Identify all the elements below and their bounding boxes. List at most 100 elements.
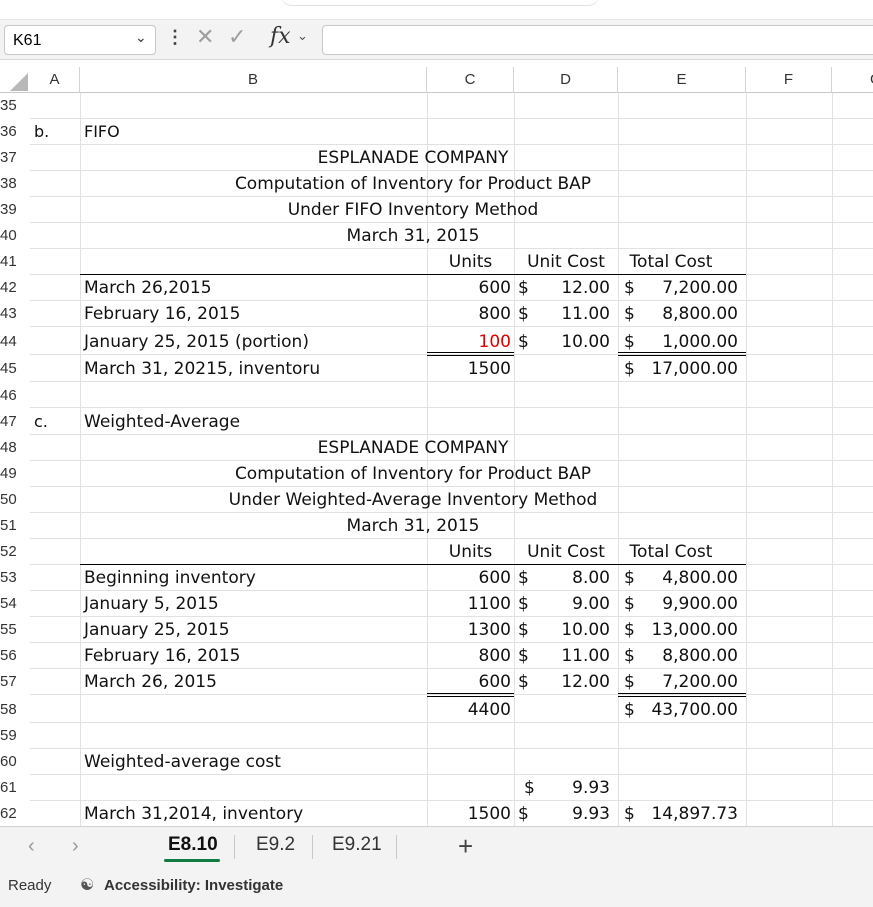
cell-b42[interactable]: March 26,2015 [84, 275, 212, 301]
cell-d44[interactable]: 10.00 [514, 329, 610, 355]
cell-b44[interactable]: January 25, 2015 (portion) [84, 329, 309, 355]
chevron-down-icon[interactable]: ⌄ [135, 29, 147, 46]
row-header[interactable]: 38 [0, 171, 30, 197]
column-header-d[interactable]: D [514, 67, 618, 93]
row-header[interactable]: 51 [0, 513, 30, 539]
row-header[interactable]: 36 [0, 119, 30, 145]
cell-d57[interactable]: 12.00 [514, 669, 610, 695]
cell-d53[interactable]: 8.00 [514, 565, 610, 591]
cell-d62[interactable]: 9.93 [514, 801, 610, 826]
sheet-tab-e8-10[interactable]: E8.10 [168, 834, 218, 856]
cell-c53[interactable]: 600 [427, 565, 511, 591]
cell-b62[interactable]: March 31,2014, inventory [84, 801, 303, 826]
cell-c43[interactable]: 800 [427, 301, 511, 327]
cell-b57[interactable]: March 26, 2015 [84, 669, 217, 695]
sheet-tab-e9-2[interactable]: E9.2 [256, 834, 295, 856]
cell-d54[interactable]: 9.00 [514, 591, 610, 617]
row-header[interactable]: 39 [0, 197, 30, 223]
row-header[interactable]: 57 [0, 669, 30, 695]
cell-c57[interactable]: 600 [427, 669, 511, 695]
accessibility-icon[interactable]: ☯ [80, 875, 94, 895]
cell-e55[interactable]: 13,000.00 [618, 617, 738, 643]
cell-d42[interactable]: 12.00 [514, 275, 610, 301]
cell-c42[interactable]: 600 [427, 275, 511, 301]
column-header-g[interactable]: G [832, 67, 873, 93]
cell-b43[interactable]: February 16, 2015 [84, 301, 240, 327]
cell-b53[interactable]: Beginning inventory [84, 565, 256, 591]
enter-check-icon[interactable]: ✓ [228, 24, 246, 50]
cell-a36[interactable]: b. [34, 119, 49, 145]
row-header[interactable]: 41 [0, 249, 30, 275]
row-header[interactable]: 62 [0, 801, 30, 826]
more-options-icon[interactable]: ⋮ [166, 27, 184, 48]
cell-e45[interactable]: 17,000.00 [618, 356, 738, 382]
add-sheet-button[interactable]: + [458, 831, 473, 862]
cell-b36[interactable]: FIFO [84, 119, 120, 145]
formula-input[interactable] [322, 25, 873, 55]
cell-e62[interactable]: 14,897.73 [618, 801, 738, 826]
column-header-f[interactable]: F [746, 67, 832, 93]
row-header[interactable]: 43 [0, 301, 30, 327]
cancel-icon[interactable]: ✕ [196, 24, 214, 50]
insert-function-icon[interactable]: fx [270, 24, 291, 49]
row-header[interactable]: 47 [0, 409, 30, 435]
sheet-tab-e9-21[interactable]: E9.21 [332, 834, 382, 856]
row-header[interactable]: 40 [0, 223, 30, 249]
accessibility-status[interactable]: Accessibility: Investigate [104, 877, 283, 894]
cell-b60[interactable]: Weighted-average cost [84, 749, 281, 775]
cell-a47[interactable]: c. [34, 409, 48, 435]
row-header[interactable]: 37 [0, 145, 30, 171]
cell-e42[interactable]: 7,200.00 [618, 275, 738, 301]
row-header[interactable]: 44 [0, 329, 30, 355]
cell-b56[interactable]: February 16, 2015 [84, 643, 240, 669]
cell-e56[interactable]: 8,800.00 [618, 643, 738, 669]
row-header[interactable]: 53 [0, 565, 30, 591]
column-header-e[interactable]: E [618, 67, 746, 93]
row-header[interactable]: 49 [0, 461, 30, 487]
cell-e53[interactable]: 4,800.00 [618, 565, 738, 591]
cell-e57[interactable]: 7,200.00 [618, 669, 738, 695]
chevron-right-icon[interactable]: › [72, 835, 79, 858]
row-header[interactable]: 61 [0, 775, 30, 801]
cell-e43[interactable]: 8,800.00 [618, 301, 738, 327]
cell-c45[interactable]: 1500 [427, 356, 511, 382]
cell-c54[interactable]: 1100 [427, 591, 511, 617]
row-header[interactable]: 54 [0, 591, 30, 617]
row-header[interactable]: 52 [0, 539, 30, 565]
cell-b47[interactable]: Weighted-Average [84, 409, 240, 435]
cell-c56[interactable]: 800 [427, 643, 511, 669]
active-tab-indicator [164, 859, 220, 862]
row-header[interactable]: 45 [0, 356, 30, 382]
cell-c58[interactable]: 4400 [427, 697, 511, 723]
row-header[interactable]: 42 [0, 275, 30, 301]
row-header[interactable]: 56 [0, 643, 30, 669]
column-header-b[interactable]: B [80, 67, 427, 93]
row-header[interactable]: 46 [0, 383, 30, 409]
chevron-left-icon[interactable]: ‹ [28, 835, 35, 858]
cell-c55[interactable]: 1300 [427, 617, 511, 643]
cell-b55[interactable]: January 25, 2015 [84, 617, 230, 643]
cell-c62[interactable]: 1500 [427, 801, 511, 826]
row-header[interactable]: 59 [0, 723, 30, 749]
row-header[interactable]: 35 [0, 93, 30, 119]
row-header[interactable]: 60 [0, 749, 30, 775]
row-header[interactable]: 50 [0, 487, 30, 513]
cell-d56[interactable]: 11.00 [514, 643, 610, 669]
cell-d43[interactable]: 11.00 [514, 301, 610, 327]
cell-e54[interactable]: 9,900.00 [618, 591, 738, 617]
spreadsheet-grid[interactable]: 35 36 37 38 39 40 41 42 43 44 45 46 47 4… [0, 93, 873, 826]
row-header[interactable]: 55 [0, 617, 30, 643]
column-header-c[interactable]: C [427, 67, 514, 93]
report-method-2: Under Weighted-Average Inventory Method [228, 490, 598, 510]
function-chevron-down-icon[interactable]: ⌄ [297, 28, 308, 44]
cell-e58[interactable]: 43,700.00 [618, 697, 738, 723]
cell-b54[interactable]: January 5, 2015 [84, 591, 219, 617]
cell-d55[interactable]: 10.00 [514, 617, 610, 643]
name-box[interactable]: K61 ⌄ [4, 25, 156, 55]
cell-b45[interactable]: March 31, 20215, inventoru [84, 356, 320, 382]
column-header-a[interactable]: A [30, 67, 80, 93]
row-header[interactable]: 58 [0, 697, 30, 723]
cell-d61[interactable]: 9.93 [514, 775, 610, 801]
select-all-button[interactable] [0, 67, 30, 93]
row-header[interactable]: 48 [0, 435, 30, 461]
